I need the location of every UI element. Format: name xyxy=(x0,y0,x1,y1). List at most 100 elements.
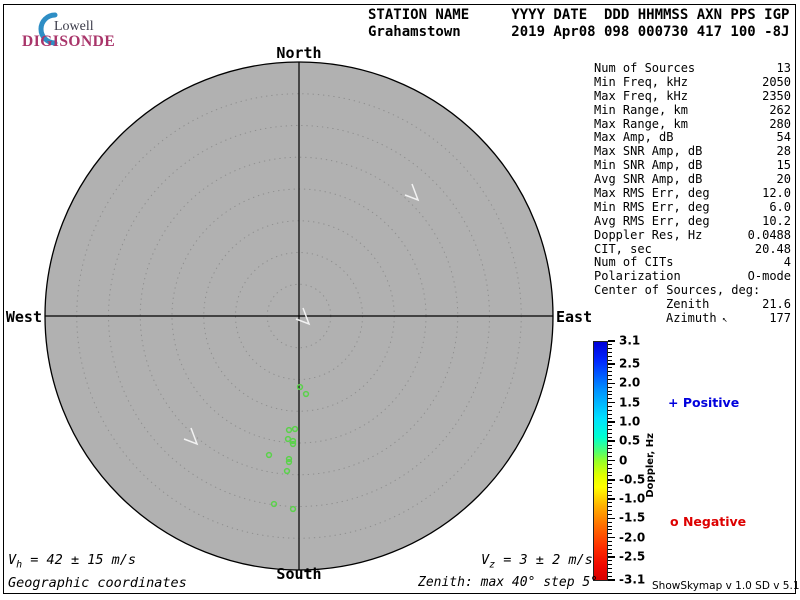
azimuth-direction-icon: ↖ xyxy=(716,314,728,325)
stat-row: Num of CITs 4 xyxy=(594,255,791,269)
colorbar-tick-label: -1.5 xyxy=(619,511,646,526)
colorbar-tick-label: 2.5 xyxy=(619,356,641,371)
colorbar-minor-tick xyxy=(608,560,612,562)
stat-value: 2050 xyxy=(762,74,791,89)
colorbar-minor-tick xyxy=(608,355,612,357)
colorbar-minor-tick xyxy=(608,456,612,458)
colorbar-major-tick xyxy=(608,536,615,539)
colorbar-tick-label: 2.0 xyxy=(619,376,641,391)
compass-west-label: West xyxy=(5,308,42,326)
doppler-colorbar xyxy=(593,341,608,581)
compass-north-label: North xyxy=(276,44,322,62)
stat-row: Max RMS Err, deg 12.0 xyxy=(594,186,791,200)
colorbar-minor-tick xyxy=(608,575,612,577)
stat-row: Azimuth ↖ 177 xyxy=(594,311,791,325)
colorbar-title: Doppler, Hz xyxy=(645,433,656,498)
colorbar-minor-tick xyxy=(608,490,612,492)
colorbar-tick-label: -2.0 xyxy=(619,530,646,545)
vh-value: Vh = 42 ± 15 m/s xyxy=(8,552,136,571)
colorbar-minor-tick xyxy=(608,433,612,435)
stat-value: 0.0488 xyxy=(747,227,791,242)
stat-label: Max Range, km xyxy=(594,116,688,131)
stat-value: 280 xyxy=(769,116,791,131)
colorbar-minor-tick xyxy=(608,540,612,542)
stat-value: 54 xyxy=(776,130,791,145)
colorbar-minor-tick xyxy=(608,510,612,512)
stat-row: Min SNR Amp, dB 15 xyxy=(594,158,791,172)
colorbar-minor-tick xyxy=(608,425,612,427)
colorbar-minor-tick xyxy=(608,506,612,508)
colorbar-minor-tick xyxy=(608,406,612,408)
colorbar-minor-tick xyxy=(608,502,612,504)
colorbar-minor-tick xyxy=(608,494,612,496)
stat-label: Polarization xyxy=(594,269,681,284)
stat-row: Center of Sources, deg: xyxy=(594,283,791,297)
colorbar-minor-tick xyxy=(608,529,612,531)
stat-value: 10.2 xyxy=(762,213,791,228)
stat-value: O-mode xyxy=(747,269,791,284)
colorbar-major-tick xyxy=(608,579,615,581)
colorbar-tick-label: 1.0 xyxy=(619,414,641,429)
stat-row: Avg SNR Amp, dB 20 xyxy=(594,172,791,186)
stat-row: Polarization O-mode xyxy=(594,269,791,283)
vh-var: V xyxy=(8,552,17,568)
colorbar-minor-tick xyxy=(608,452,612,454)
colorbar-tick-label: 3.1 xyxy=(619,333,641,348)
stat-row: Max Range, km 280 xyxy=(594,117,791,131)
stat-label: Avg SNR Amp, dB xyxy=(594,172,703,187)
stat-label: Min Freq, kHz xyxy=(594,74,688,89)
stat-row: Zenith 21.6 xyxy=(594,297,791,311)
colorbar-minor-tick xyxy=(608,379,612,381)
colorbar-minor-tick xyxy=(608,390,612,392)
colorbar-minor-tick xyxy=(608,352,612,354)
compass-east-label: East xyxy=(556,308,593,326)
stat-value: 15 xyxy=(776,158,791,173)
colorbar-minor-tick xyxy=(608,371,612,373)
stat-label: Num of Sources xyxy=(594,60,696,75)
stat-value: 177 xyxy=(769,310,791,325)
colorbar-minor-tick xyxy=(608,398,612,400)
negative-legend: o Negative xyxy=(670,514,747,529)
stat-value: 28 xyxy=(776,144,791,159)
colorbar-minor-tick xyxy=(608,475,612,477)
colorbar-tick-label: 0 xyxy=(619,453,628,468)
colorbar-major-tick xyxy=(608,517,615,520)
colorbar-tick-label: -1.0 xyxy=(619,491,646,506)
stat-value: 2350 xyxy=(762,88,791,103)
colorbar-minor-tick xyxy=(608,409,612,411)
stat-label: Num of CITs xyxy=(594,255,674,270)
colorbar-minor-tick xyxy=(608,429,612,431)
stat-label: Min SNR Amp, dB xyxy=(594,158,703,173)
colorbar-major-tick xyxy=(608,401,615,404)
stat-row: Min RMS Err, deg 6.0 xyxy=(594,200,791,214)
stat-label: Max Freq, kHz xyxy=(594,88,688,103)
stat-label: Max Amp, dB xyxy=(594,130,674,145)
stat-row: Num of Sources 13 xyxy=(594,61,791,75)
colorbar-tick-label: 0.5 xyxy=(619,433,641,448)
stat-label: Zenith xyxy=(666,297,710,312)
vz-rest: = 3 ± 2 m/s xyxy=(495,552,593,568)
colorbar-minor-tick xyxy=(608,564,612,566)
header-station-row: Grahamstown 2019 Apr08 098 000730 417 10… xyxy=(368,24,790,40)
colorbar-minor-tick xyxy=(608,486,612,488)
stat-label: Min Range, km xyxy=(594,102,688,117)
colorbar-minor-tick xyxy=(608,448,612,450)
stat-row: Min Freq, kHz 2050 xyxy=(594,75,791,89)
version-label: ShowSkymap v 1.0 SD v 5.1 xyxy=(652,580,800,592)
stat-row: Doppler Res, Hz 0.0488 xyxy=(594,228,791,242)
stat-value: 20.48 xyxy=(754,241,791,256)
colorbar-minor-tick xyxy=(608,386,612,388)
colorbar-tick-label: -0.5 xyxy=(619,472,646,487)
colorbar-minor-tick xyxy=(608,367,612,369)
stats-table: Num of Sources 13 Min Freq, kHz 2050 Max Fre… xyxy=(594,61,791,325)
colorbar-major-tick xyxy=(608,498,615,500)
colorbar-tick-label: 1.5 xyxy=(619,395,641,410)
stat-label: Max RMS Err, deg xyxy=(594,185,710,200)
stat-row: Min Range, km 262 xyxy=(594,103,791,117)
colorbar-minor-tick xyxy=(608,533,612,535)
colorbar-minor-tick xyxy=(608,521,612,523)
colorbar-minor-tick xyxy=(608,417,612,419)
stat-value: 262 xyxy=(769,102,791,117)
stat-row: Max Freq, kHz 2350 xyxy=(594,89,791,103)
colorbar-minor-tick xyxy=(608,552,612,554)
